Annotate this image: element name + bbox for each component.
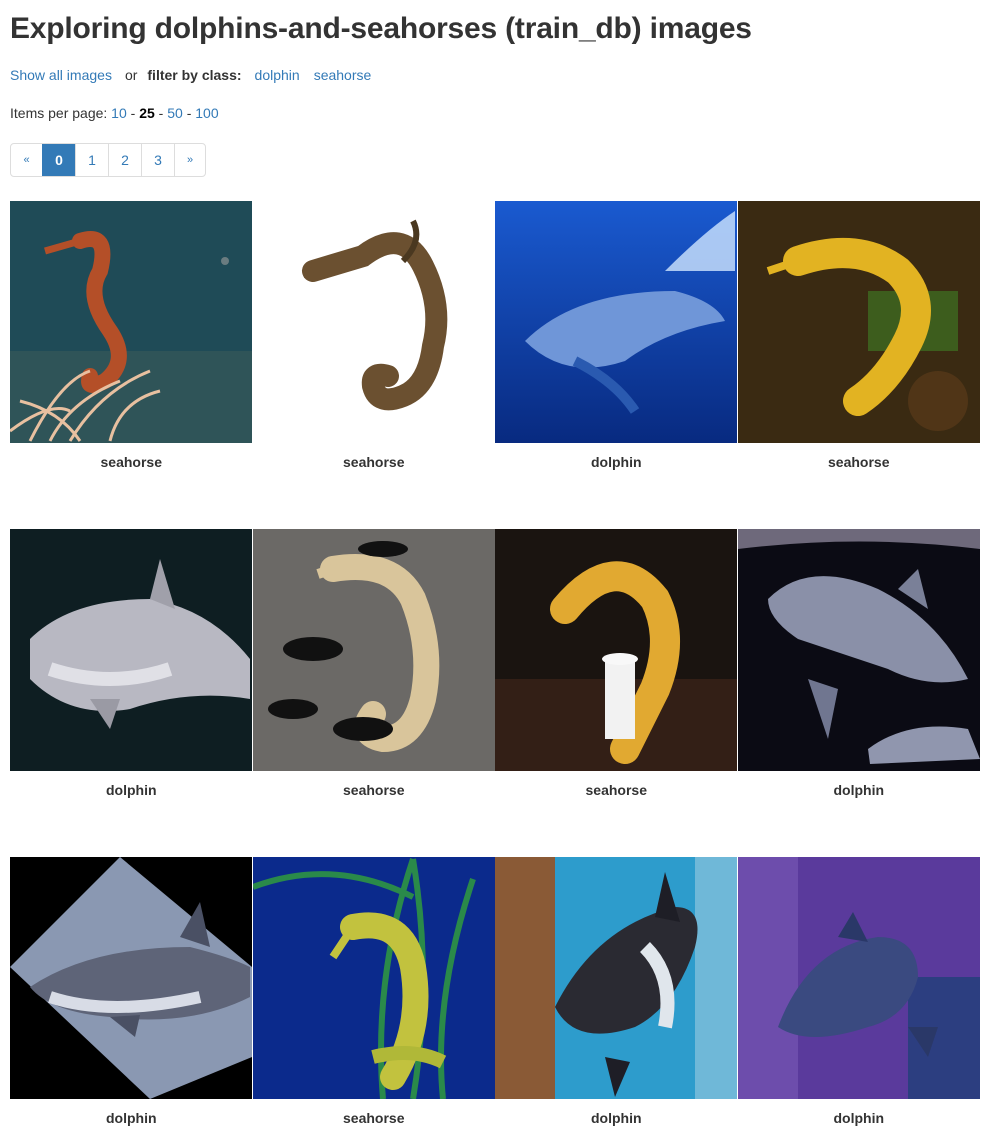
image-card: seahorse: [252, 529, 496, 802]
image-card: seahorse: [737, 201, 981, 474]
image-thumbnail-dolphin[interactable]: [10, 857, 252, 1099]
image-card: seahorse: [10, 201, 253, 474]
image-card: dolphin: [737, 529, 981, 802]
image-caption: seahorse: [343, 782, 405, 798]
pagination-page-3[interactable]: 3: [141, 144, 174, 176]
image-card: dolphin: [495, 201, 738, 474]
seahorse-image: [737, 201, 980, 443]
image-thumbnail-seahorse[interactable]: [252, 201, 495, 443]
or-text: or: [124, 67, 138, 83]
pagination-page-2[interactable]: 2: [108, 144, 141, 176]
dolphin-image: [495, 201, 737, 443]
pagination-next-button[interactable]: »: [174, 144, 205, 176]
image-thumbnail-seahorse[interactable]: [10, 201, 252, 443]
pagination-page-0[interactable]: 0: [42, 144, 75, 176]
dolphin-image: [10, 529, 252, 771]
image-thumbnail-dolphin[interactable]: [737, 529, 980, 771]
image-card: seahorse: [495, 529, 738, 802]
image-card: dolphin: [737, 857, 981, 1130]
separator: -: [158, 105, 164, 121]
separator: -: [130, 105, 136, 121]
image-caption: dolphin: [590, 1110, 642, 1126]
image-thumbnail-seahorse[interactable]: [252, 529, 495, 771]
image-thumbnail-dolphin[interactable]: [495, 857, 737, 1099]
seahorse-image: [252, 201, 495, 443]
dolphin-image: [737, 529, 980, 771]
separator: -: [186, 105, 192, 121]
image-card: seahorse: [252, 857, 496, 1130]
per-page-100-link[interactable]: 100: [195, 105, 218, 121]
dolphin-image: [737, 857, 980, 1099]
per-page-10-link[interactable]: 10: [111, 105, 127, 121]
seahorse-image: [252, 529, 495, 771]
image-caption: dolphin: [833, 1110, 885, 1126]
image-thumbnail-dolphin[interactable]: [737, 857, 980, 1099]
image-caption: seahorse: [100, 454, 162, 470]
image-caption: dolphin: [105, 782, 157, 798]
page-title: Exploring dolphins-and-seahorses (train_…: [10, 12, 752, 45]
dolphin-image: [10, 857, 252, 1099]
image-card: dolphin: [495, 857, 738, 1130]
filter-class-seahorse-link[interactable]: seahorse: [314, 67, 372, 83]
page: Exploring dolphins-and-seahorses (train_…: [0, 0, 992, 1126]
per-page-50-link[interactable]: 50: [167, 105, 183, 121]
pagination-page-1[interactable]: 1: [75, 144, 108, 176]
per-page-25-selected: 25: [139, 105, 155, 121]
image-caption: seahorse: [828, 454, 890, 470]
image-caption: seahorse: [343, 1110, 405, 1126]
image-caption: seahorse: [585, 782, 647, 798]
image-caption: dolphin: [833, 782, 885, 798]
image-thumbnail-seahorse[interactable]: [495, 529, 737, 771]
image-thumbnail-dolphin[interactable]: [10, 529, 252, 771]
show-all-images-link[interactable]: Show all images: [10, 67, 112, 83]
image-thumbnail-dolphin[interactable]: [495, 201, 737, 443]
items-per-page-label: Items per page:: [10, 105, 108, 121]
filter-class-dolphin-link[interactable]: dolphin: [255, 67, 300, 83]
seahorse-image: [252, 857, 495, 1099]
image-grid: seahorse seahorse dolphin seahorse dolph…: [10, 201, 980, 1130]
seahorse-image: [495, 529, 737, 771]
pagination-prev-button[interactable]: «: [11, 144, 42, 176]
filter-row: Show all images or filter by class: dolphin…: [10, 67, 385, 83]
image-caption: seahorse: [343, 454, 405, 470]
seahorse-image: [10, 201, 252, 443]
image-caption: dolphin: [105, 1110, 157, 1126]
image-card: seahorse: [252, 201, 496, 474]
image-card: dolphin: [10, 857, 253, 1130]
image-caption: dolphin: [590, 454, 642, 470]
image-thumbnail-seahorse[interactable]: [252, 857, 495, 1099]
filter-by-class-label: filter by class:: [147, 67, 242, 83]
items-per-page: Items per page: 10 - 25 - 50 - 100: [10, 105, 219, 121]
pagination: « 0 1 2 3 »: [10, 143, 206, 177]
image-card: dolphin: [10, 529, 253, 802]
dolphin-image: [495, 857, 737, 1099]
image-thumbnail-seahorse[interactable]: [737, 201, 980, 443]
